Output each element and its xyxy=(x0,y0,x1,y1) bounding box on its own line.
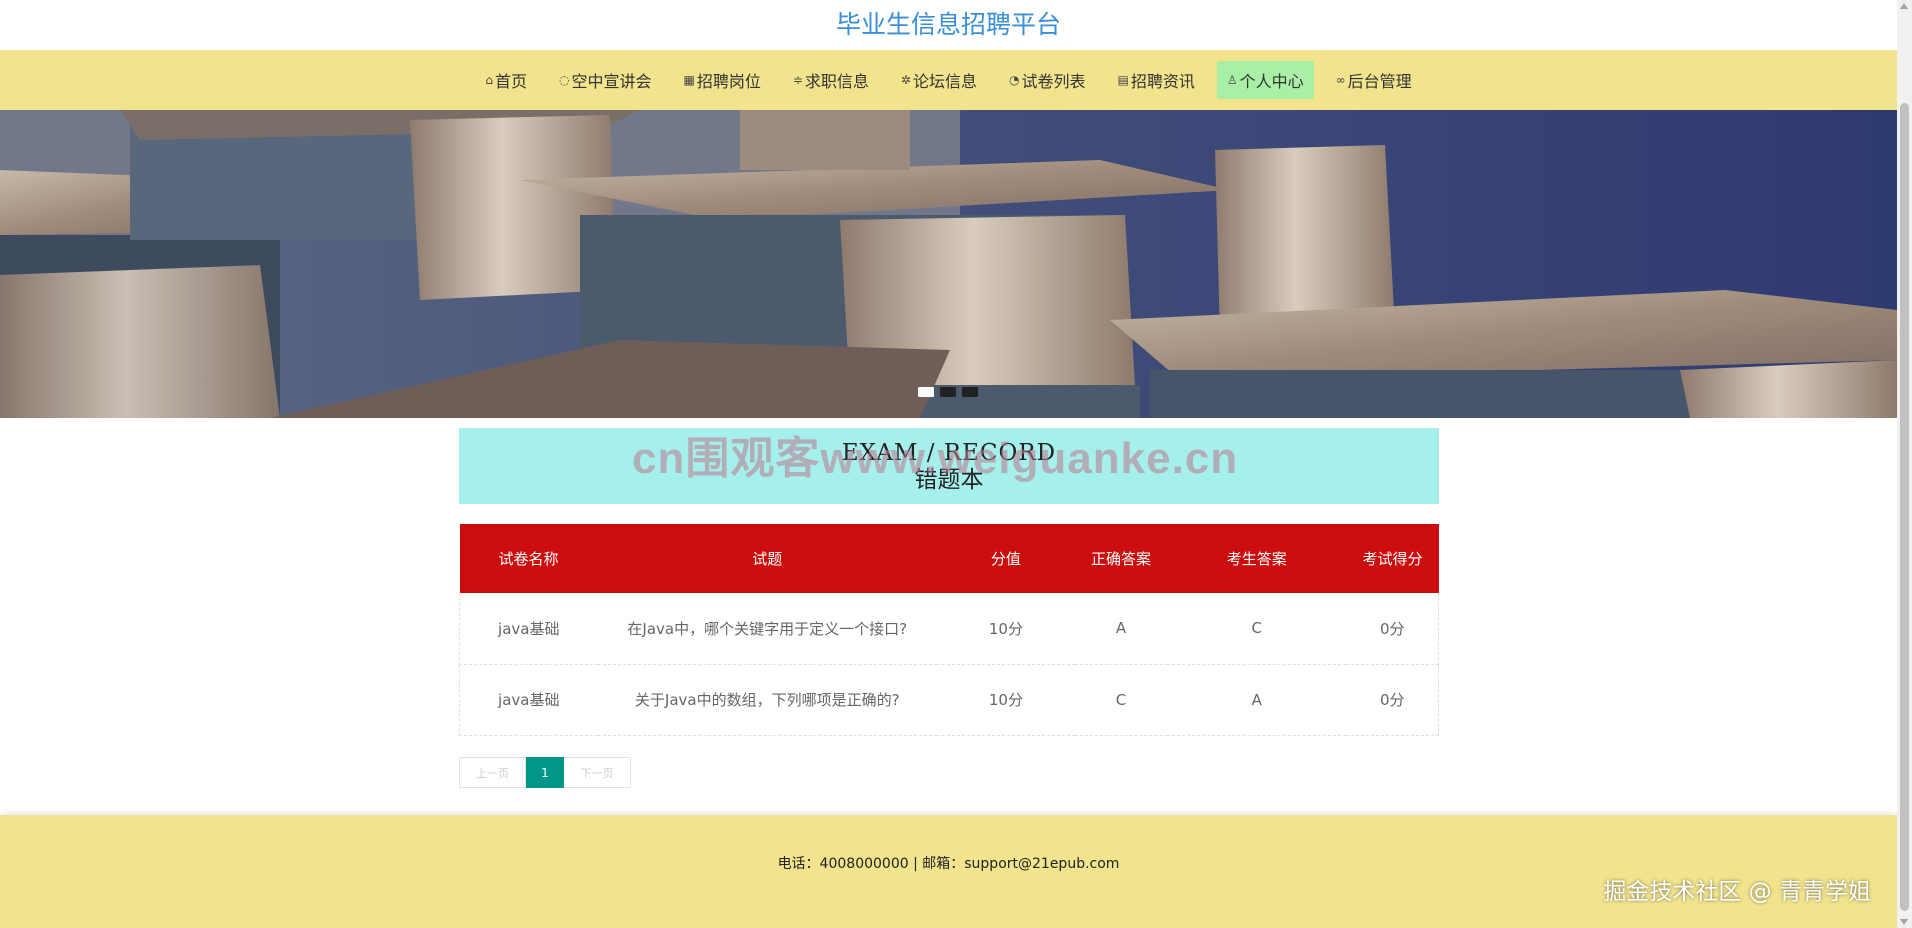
prev-page-button[interactable]: 上一页 xyxy=(459,757,526,788)
carousel-indicators xyxy=(918,387,978,397)
banner-image xyxy=(0,110,1897,418)
table-row[interactable]: java基础 关于Java中的数组，下列哪项是正确的? 10分 C A 0分 xyxy=(458,664,1440,736)
cell-correct-answer: C xyxy=(1074,664,1167,736)
pagination: 上一页 1 下一页 xyxy=(459,757,631,788)
carousel-dot-2[interactable] xyxy=(940,387,956,397)
cell-correct-answer: A xyxy=(1074,593,1167,665)
page-number-current[interactable]: 1 xyxy=(526,757,564,788)
table-row[interactable]: java基础 在Java中，哪个关键字用于定义一个接口? 10分 A C 0分 xyxy=(458,593,1440,665)
nav-label: 首页 xyxy=(494,72,527,91)
cell-question: 在Java中，哪个关键字用于定义一个接口? xyxy=(597,593,937,665)
filter-icon: ≑ xyxy=(792,73,803,87)
cell-score: 10分 xyxy=(936,664,1075,736)
nav-item-job-seeking[interactable]: ≑ 求职信息 xyxy=(783,61,879,99)
banner-carousel[interactable] xyxy=(0,110,1897,418)
palette-icon: ◌ xyxy=(558,73,570,87)
nav-label: 空中宣讲会 xyxy=(571,72,652,91)
cell-score: 10分 xyxy=(936,593,1075,665)
footer: 电话：4008000000 | 邮箱：support@21epub.com 掘金… xyxy=(0,815,1897,928)
nav-label: 个人中心 xyxy=(1239,72,1304,91)
col-question: 试题 xyxy=(597,524,937,593)
col-exam-score: 考试得分 xyxy=(1346,524,1439,593)
scroll-thumb[interactable] xyxy=(1900,103,1909,911)
nav-item-jobs[interactable]: ▦ 招聘岗位 xyxy=(673,61,770,99)
cell-exam-score: 0分 xyxy=(1346,664,1440,736)
scroll-down-arrow-icon[interactable] xyxy=(1900,919,1908,925)
scroll-up-arrow-icon[interactable] xyxy=(1900,3,1908,9)
corner-watermark: 掘金技术社区 @ 青青学姐 xyxy=(1603,879,1871,905)
nav-item-personal-center[interactable]: ♙ 个人中心 xyxy=(1216,61,1314,99)
cell-exam-name: java基础 xyxy=(458,593,598,665)
table-header-row: 试卷名称 试题 分值 正确答案 考生答案 考试得分 xyxy=(459,524,1439,593)
page: 毕业生信息招聘平台 ⌂ 首页 ◌ 空中宣讲会 ▦ 招聘岗位 ≑ 求职信息 ✲ 论坛信息 ◔… xyxy=(0,0,1912,928)
nav-item-exam-list[interactable]: ◔ 试卷列表 xyxy=(999,61,1096,99)
nav-label: 求职信息 xyxy=(804,72,869,91)
gear-icon: ✲ xyxy=(900,73,911,87)
nav-label: 试卷列表 xyxy=(1021,72,1086,91)
news-icon: ▤ xyxy=(1117,73,1129,87)
vertical-scrollbar[interactable] xyxy=(1897,0,1912,928)
footer-contact: 电话：4008000000 | 邮箱：support@21epub.com xyxy=(777,856,1120,872)
home-icon: ⌂ xyxy=(485,73,493,87)
user-icon: ♙ xyxy=(1226,73,1238,87)
site-title: 毕业生信息招聘平台 xyxy=(835,10,1061,39)
nav-label: 后台管理 xyxy=(1347,72,1412,91)
nav-item-admin[interactable]: ∞ 后台管理 xyxy=(1326,61,1422,99)
cell-exam-score: 0分 xyxy=(1346,593,1440,665)
link-icon: ∞ xyxy=(1335,73,1346,87)
nav-item-forum[interactable]: ✲ 论坛信息 xyxy=(891,61,987,99)
cell-question: 关于Java中的数组，下列哪项是正确的? xyxy=(597,664,937,736)
cell-student-answer: A xyxy=(1166,664,1347,736)
nav-label: 招聘资讯 xyxy=(1130,72,1195,91)
nav-label: 招聘岗位 xyxy=(696,72,761,91)
col-score: 分值 xyxy=(936,524,1075,593)
nav-bar: ⌂ 首页 ◌ 空中宣讲会 ▦ 招聘岗位 ≑ 求职信息 ✲ 论坛信息 ◔ 试卷列表 ▤ 招聘资讯… xyxy=(0,50,1897,110)
nav-item-home[interactable]: ⌂ 首页 xyxy=(475,61,537,99)
next-page-button[interactable]: 下一页 xyxy=(564,757,631,788)
nav-item-air-presentation[interactable]: ◌ 空中宣讲会 xyxy=(549,61,662,99)
wrong-answer-table: 试卷名称 试题 分值 正确答案 考生答案 考试得分 java基础 在Java中，… xyxy=(458,524,1440,736)
nav-label: 论坛信息 xyxy=(912,72,977,91)
nav-item-news[interactable]: ▤ 招聘资讯 xyxy=(1108,61,1205,99)
cell-exam-name: java基础 xyxy=(458,664,598,736)
gauge-icon: ◔ xyxy=(1009,73,1020,87)
col-correct-answer: 正确答案 xyxy=(1074,524,1167,593)
carousel-dot-1[interactable] xyxy=(918,387,934,397)
cell-student-answer: C xyxy=(1166,593,1347,665)
briefcase-icon: ▦ xyxy=(683,73,695,87)
col-student-answer: 考生答案 xyxy=(1166,524,1347,593)
overlay-watermark: cn围观客www.weiguanke.cn xyxy=(632,434,1239,483)
col-exam-name: 试卷名称 xyxy=(459,524,598,593)
carousel-dot-3[interactable] xyxy=(962,387,978,397)
